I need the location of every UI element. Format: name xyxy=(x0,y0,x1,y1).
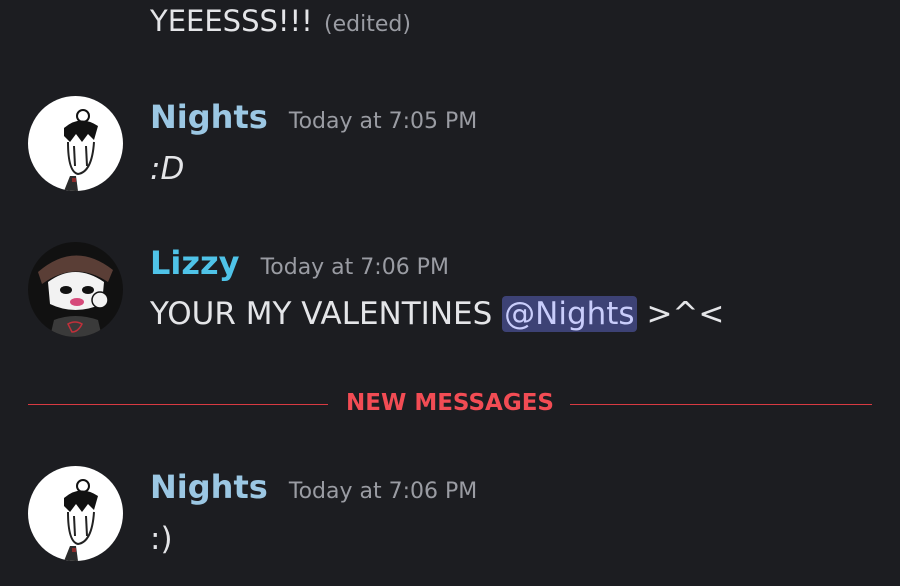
lizzy-avatar-icon[interactable] xyxy=(28,242,123,337)
username[interactable]: Nights xyxy=(150,468,268,506)
message-text: :D xyxy=(150,151,185,187)
message-text: >^< xyxy=(646,296,725,332)
timestamp: Today at 7:06 PM xyxy=(260,255,449,280)
message-content: YOUR MY VALENTINES @Nights >^< xyxy=(150,296,724,332)
new-messages-divider: NEW MESSAGES xyxy=(28,388,872,422)
message-content: :) xyxy=(150,521,173,557)
message-group: Nights Today at 7:06 PM :) xyxy=(0,466,900,566)
message-group: Lizzy Today at 7:06 PM YOUR MY VALENTINE… xyxy=(0,242,900,342)
message-text: YOUR MY VALENTINES xyxy=(150,296,493,332)
username[interactable]: Nights xyxy=(150,98,268,136)
user-mention[interactable]: @Nights xyxy=(502,296,637,332)
username[interactable]: Lizzy xyxy=(150,244,239,282)
message-header: Nights Today at 7:06 PM xyxy=(150,468,477,506)
previous-message: YEEESSS!!! (edited) xyxy=(150,4,411,38)
message-content: YEEESSS!!! xyxy=(150,4,313,38)
divider-line xyxy=(570,404,872,405)
chat-messages: YEEESSS!!! (edited) Nights Today at 7:05… xyxy=(0,0,900,586)
nights-avatar-icon[interactable] xyxy=(28,96,123,191)
timestamp: Today at 7:05 PM xyxy=(288,109,478,134)
message-content: :D xyxy=(150,151,184,187)
nights-avatar-icon[interactable] xyxy=(28,466,123,561)
timestamp: Today at 7:06 PM xyxy=(288,479,478,504)
new-messages-label: NEW MESSAGES xyxy=(346,390,554,416)
message-header: Nights Today at 7:05 PM xyxy=(150,98,477,136)
message-text: :) xyxy=(150,521,173,557)
message-header: Lizzy Today at 7:06 PM xyxy=(150,244,449,282)
message-group: Nights Today at 7:05 PM :D xyxy=(0,96,900,196)
edited-tag: (edited) xyxy=(324,12,411,37)
